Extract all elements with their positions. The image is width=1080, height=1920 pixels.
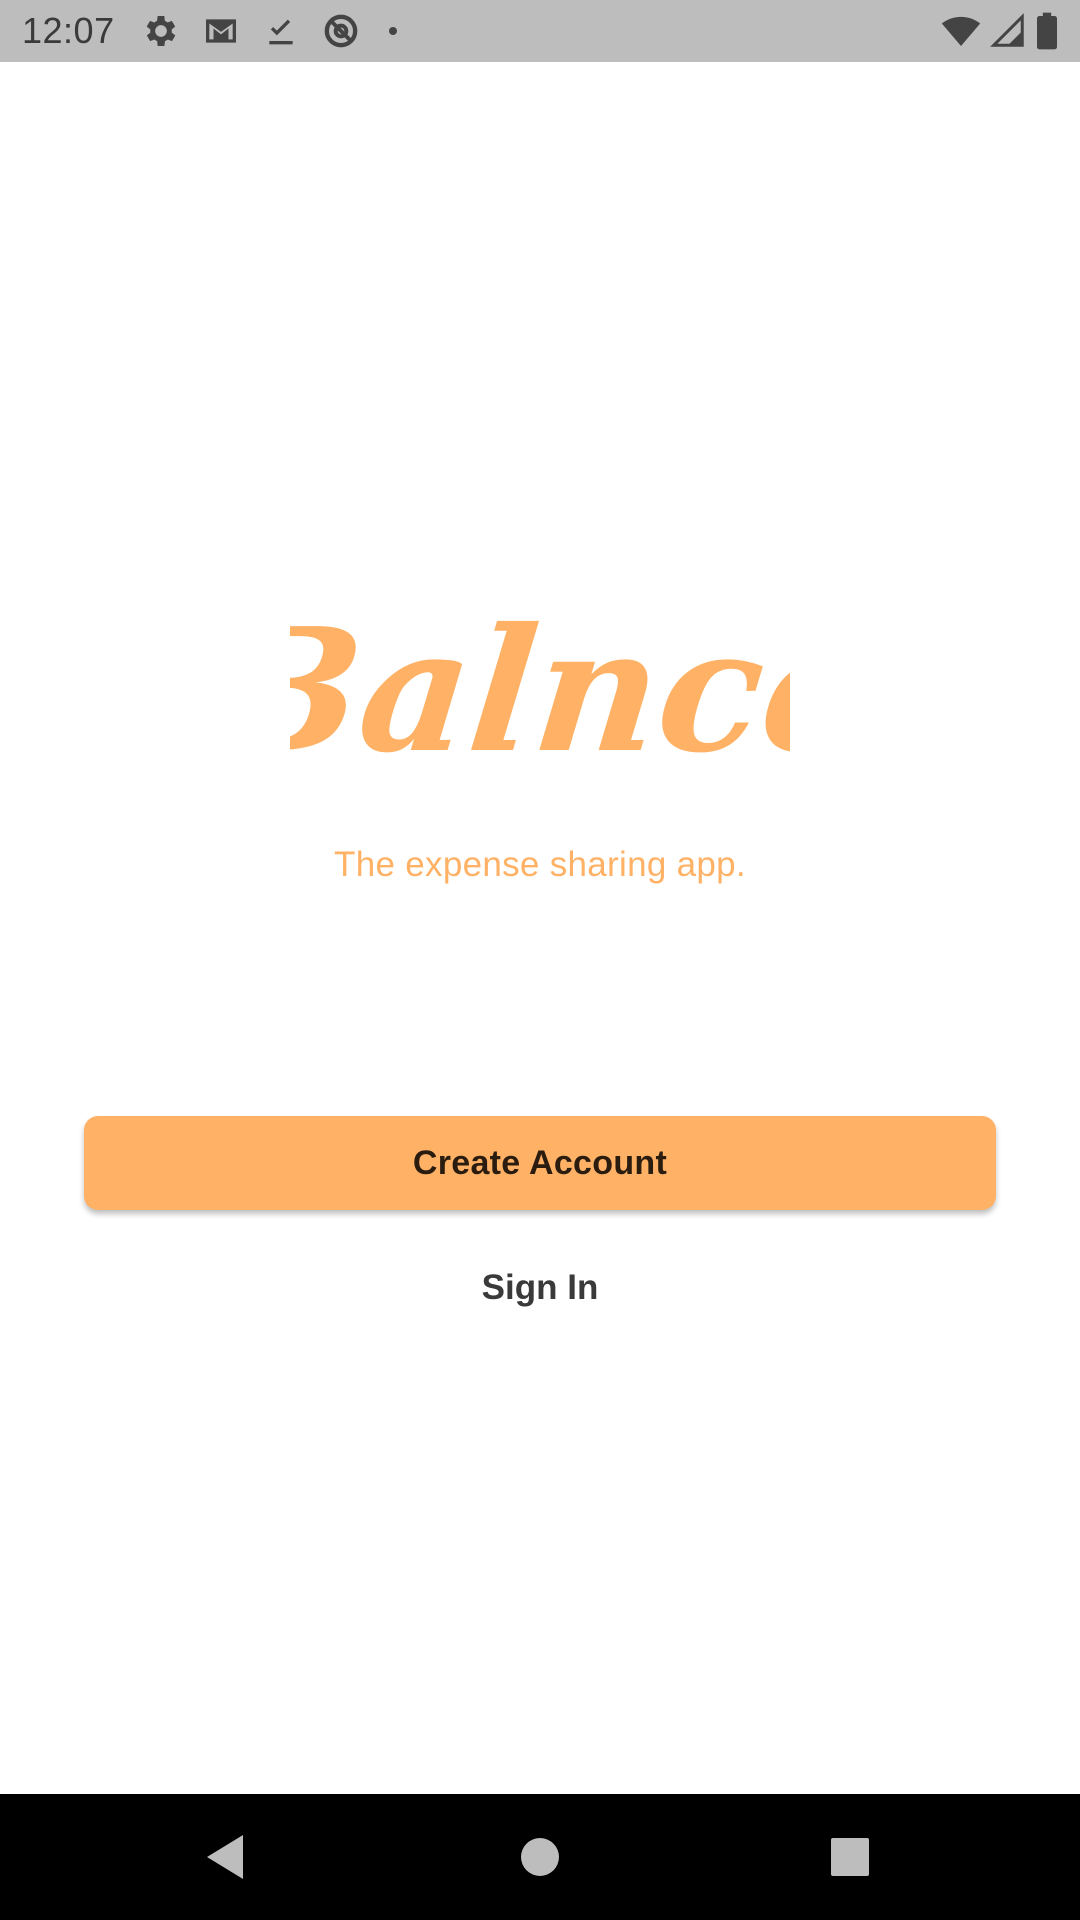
download-done-icon [268,19,293,45]
dot-icon [388,27,397,35]
tagline: The expense sharing app. [334,845,746,884]
status-bar: 12:07 [0,0,1080,62]
balnce-logo: Balnce [290,591,790,790]
notification-icons [141,11,405,51]
wifi-icon [941,16,981,46]
logo-text: Balnce [290,591,790,790]
nav-recents-button[interactable] [770,1794,930,1920]
sync-disabled-icon [324,14,357,48]
home-icon [521,1838,559,1876]
navigation-bar [0,1794,1080,1920]
settings-icon [146,16,175,46]
cell-signal-icon [990,13,1024,47]
create-account-button[interactable]: Create Account [84,1116,996,1210]
welcome-screen: 12:07 Balnce The expense sharing app. Cr… [0,0,1080,1920]
back-icon [207,1835,243,1879]
system-status-icons [940,11,1060,51]
sign-in-button[interactable]: Sign In [390,1258,690,1318]
status-time: 12:07 [22,10,115,51]
nav-back-button[interactable] [145,1794,305,1920]
nav-home-button[interactable] [460,1794,620,1920]
gmail-icon [205,19,236,43]
battery-icon [1037,12,1057,50]
recents-icon [831,1838,869,1876]
